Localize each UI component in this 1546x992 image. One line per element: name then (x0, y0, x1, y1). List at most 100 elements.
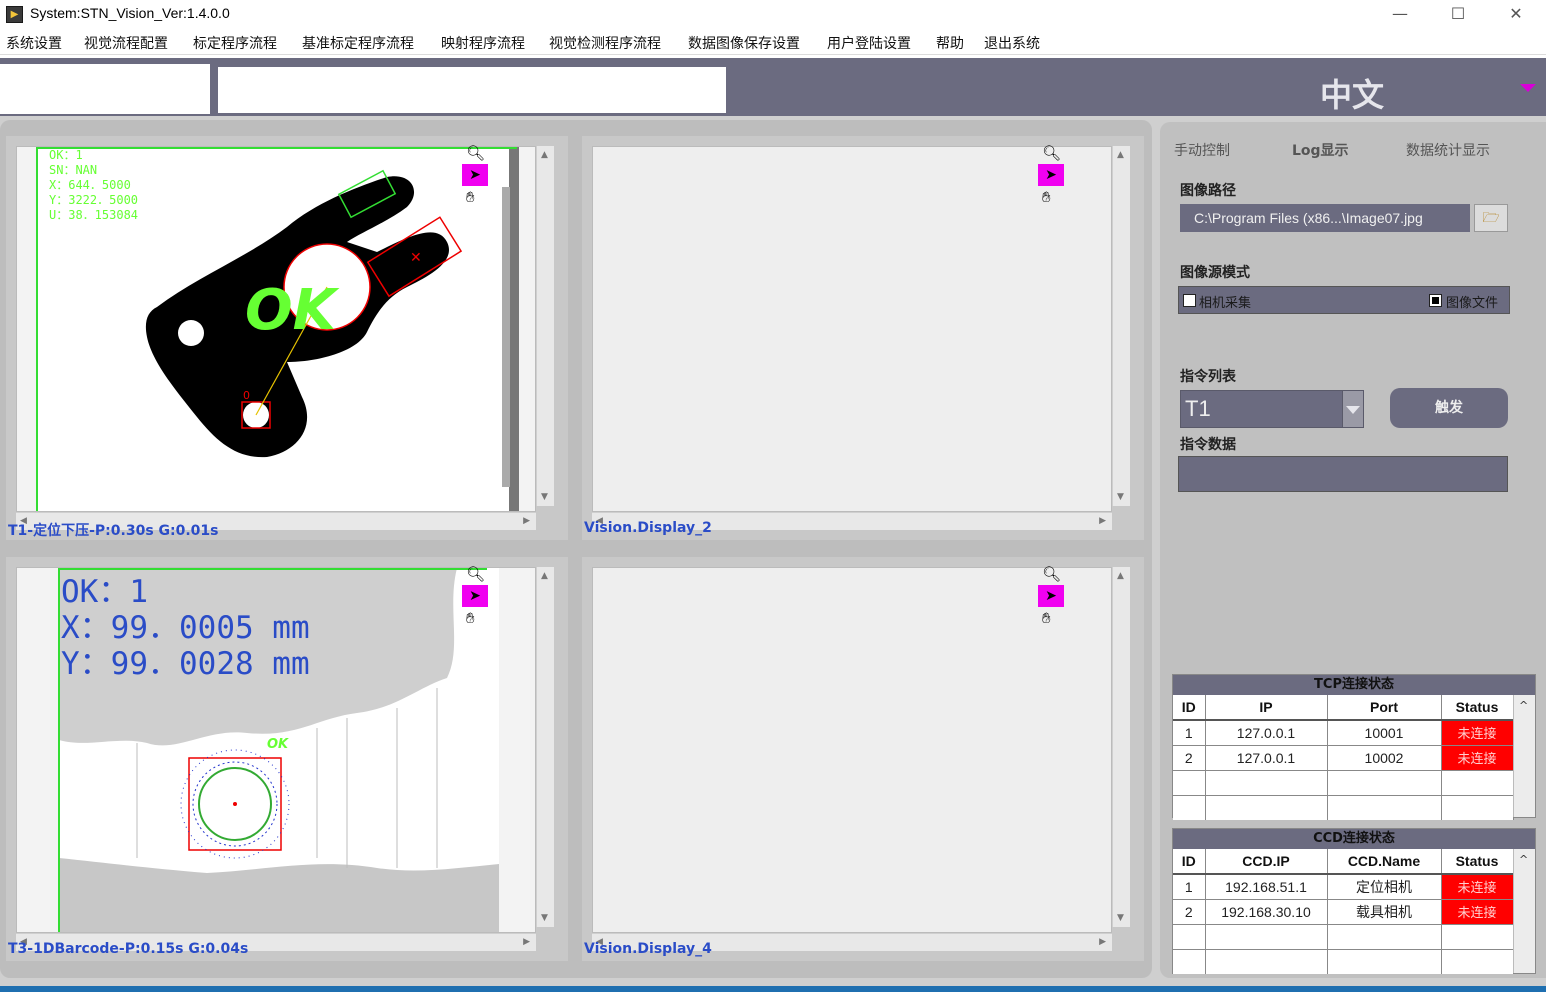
pointer-icon[interactable]: ➤ (462, 164, 488, 186)
column-header: ID (1173, 695, 1206, 721)
overlay-line-3: Y：99．0028 mm (61, 646, 310, 682)
command-select[interactable]: T1 (1180, 390, 1364, 428)
menu-system-settings[interactable]: 系统设置 (6, 33, 62, 53)
menu-user-login[interactable]: 用户登陆设置 (827, 33, 911, 53)
camera-source-checkbox[interactable] (1183, 294, 1196, 307)
tab-log[interactable]: Log显示 (1292, 140, 1349, 160)
display-canvas-3[interactable]: OK OK：1 X：99．0005 mm Y：99．0028 mm (16, 567, 536, 933)
scroll-up-icon[interactable]: ^ (1519, 699, 1528, 712)
scroll-up-icon[interactable]: ^ (1519, 853, 1528, 866)
table-cell: 192.168.30.10 (1205, 899, 1328, 925)
scroll-down-icon[interactable]: ▼ (1117, 492, 1124, 502)
minimize-icon[interactable]: — (1380, 2, 1420, 26)
table-cell: 2 (1173, 745, 1206, 771)
file-source-label: 图像文件 (1446, 296, 1499, 311)
vertical-scrollbar[interactable]: ▲ ▼ (1112, 567, 1130, 927)
target-marker-icon: ✕ (410, 250, 422, 266)
hand-icon[interactable]: ✋︎ (466, 609, 475, 627)
menu-exit[interactable]: 退出系统 (984, 33, 1040, 53)
scroll-right-icon[interactable]: ▶ (1099, 516, 1106, 526)
overlay-line-3: X：644．5000 (49, 178, 131, 192)
table-cell: 1 (1173, 720, 1206, 746)
point-label: 0 (243, 389, 250, 402)
language-dropdown-icon[interactable] (1520, 84, 1536, 92)
overlay-line-1: OK：1 (49, 148, 83, 162)
display-panel-3: OK OK：1 X：99．0005 mm Y：99．0028 mm 🔍︎ ➤ ✋… (6, 557, 568, 961)
maximize-icon[interactable]: ☐ (1438, 2, 1478, 26)
column-header: Status (1441, 695, 1514, 721)
zoom-icon[interactable]: 🔍︎ (466, 565, 485, 583)
display-caption-1: T1-定位下压-P:0.30s G:0.01s (8, 523, 219, 539)
status-badge: 未连接 (1441, 720, 1514, 746)
menu-base-calibration-flow[interactable]: 基准标定程序流程 (302, 33, 414, 53)
tcp-table: ID IP Port Status 1 127.0.0.1 10001 未连接 … (1173, 695, 1514, 820)
tab-statistics[interactable]: 数据统计显示 (1406, 140, 1490, 160)
trigger-button[interactable]: 触发 (1390, 388, 1508, 428)
column-header: Status (1441, 849, 1514, 875)
table-row (1173, 770, 1514, 796)
scroll-up-icon[interactable]: ▲ (1117, 571, 1124, 581)
pointer-icon[interactable]: ➤ (462, 585, 488, 607)
scroll-down-icon[interactable]: ▼ (541, 492, 548, 502)
menu-inspection-flow[interactable]: 视觉检测程序流程 (549, 33, 661, 53)
zoom-icon[interactable]: 🔍︎ (1042, 144, 1061, 162)
table-cell: 2 (1173, 899, 1206, 925)
zoom-icon[interactable]: 🔍︎ (466, 144, 485, 162)
menu-data-image-save[interactable]: 数据图像保存设置 (688, 33, 800, 53)
zoom-icon[interactable]: 🔍︎ (1042, 565, 1061, 583)
source-mode-selector: 相机采集 图像文件 (1178, 286, 1510, 314)
logo-box (0, 64, 210, 114)
ccd-status-table: CCD连接状态 ID CCD.IP CCD.Name Status 1 192.… (1172, 828, 1536, 974)
vertical-scrollbar[interactable]: ▲ ▼ (1112, 146, 1130, 506)
scroll-down-icon[interactable]: ▼ (1117, 913, 1124, 923)
scroll-right-icon[interactable]: ▶ (523, 516, 530, 526)
vertical-scrollbar[interactable]: ▲ ▼ (536, 567, 554, 927)
pointer-icon[interactable]: ➤ (1038, 585, 1064, 607)
overlay-line-4: Y：3222．5000 (49, 193, 138, 207)
overlay-line-1: OK：1 (61, 574, 148, 610)
scroll-right-icon[interactable]: ▶ (1099, 937, 1106, 947)
display-caption-2: Vision.Display_2 (584, 520, 712, 536)
menu-vision-flow-config[interactable]: 视觉流程配置 (84, 33, 168, 53)
scroll-right-icon[interactable]: ▶ (523, 937, 530, 947)
hand-icon[interactable]: ✋︎ (1042, 188, 1051, 206)
hand-icon[interactable]: ✋︎ (466, 188, 475, 206)
table-row[interactable]: 2 192.168.30.10 载具相机 未连接 (1173, 899, 1514, 925)
table-cell: 10002 (1327, 745, 1442, 771)
chevron-down-icon[interactable] (1342, 390, 1364, 428)
pointer-icon[interactable]: ➤ (1038, 164, 1064, 186)
file-source-checkbox[interactable] (1429, 294, 1442, 307)
display-caption-3: T3-1DBarcode-P:0.15s G:0.04s (8, 941, 249, 957)
hand-icon[interactable]: ✋︎ (1042, 609, 1051, 627)
overlay-line-5: U：38．153084 (49, 208, 138, 222)
command-data-field[interactable] (1178, 456, 1508, 492)
vertical-scrollbar[interactable]: ^ (1513, 849, 1535, 973)
image-path-field[interactable]: C:\Program Files (x86...\Image07.jpg (1180, 204, 1470, 232)
display-canvas-1[interactable]: ✕ 0 OK OK：1 SN：NAN X：644．5000 Y：3222．500… (16, 146, 536, 512)
table-row[interactable]: 2 127.0.0.1 10002 未连接 (1173, 745, 1514, 771)
scroll-up-icon[interactable]: ▲ (1117, 150, 1124, 160)
menu-help[interactable]: 帮助 (936, 33, 964, 53)
menu-mapping-flow[interactable]: 映射程序流程 (441, 33, 525, 53)
table-row[interactable]: 1 127.0.0.1 10001 未连接 (1173, 720, 1514, 746)
tcp-status-table: TCP连接状态 ID IP Port Status 1 127.0.0.1 10… (1172, 674, 1536, 820)
scroll-up-icon[interactable]: ▲ (541, 150, 548, 160)
column-header: CCD.IP (1205, 849, 1328, 875)
folder-open-icon[interactable]: 🗁︎ (1474, 204, 1508, 232)
display-canvas-2[interactable] (592, 146, 1112, 512)
camera-source-label: 相机采集 (1199, 296, 1252, 311)
close-icon[interactable]: ✕ (1496, 2, 1536, 26)
table-row[interactable]: 1 192.168.51.1 定位相机 未连接 (1173, 874, 1514, 900)
vertical-scrollbar[interactable]: ▲ ▼ (536, 146, 554, 506)
vertical-scrollbar[interactable]: ^ (1513, 695, 1535, 817)
scroll-up-icon[interactable]: ▲ (541, 571, 548, 581)
scroll-down-icon[interactable]: ▼ (541, 913, 548, 923)
tab-manual-control[interactable]: 手动控制 (1174, 140, 1230, 160)
top-toolbar: 中文 (0, 58, 1546, 116)
column-header: Port (1327, 695, 1442, 721)
display-canvas-4[interactable] (592, 567, 1112, 933)
status-badge: 未连接 (1441, 745, 1514, 771)
language-selector[interactable]: 中文 (1320, 70, 1384, 116)
command-data-label: 指令数据 (1180, 437, 1236, 453)
menu-calibration-flow[interactable]: 标定程序流程 (193, 33, 277, 53)
